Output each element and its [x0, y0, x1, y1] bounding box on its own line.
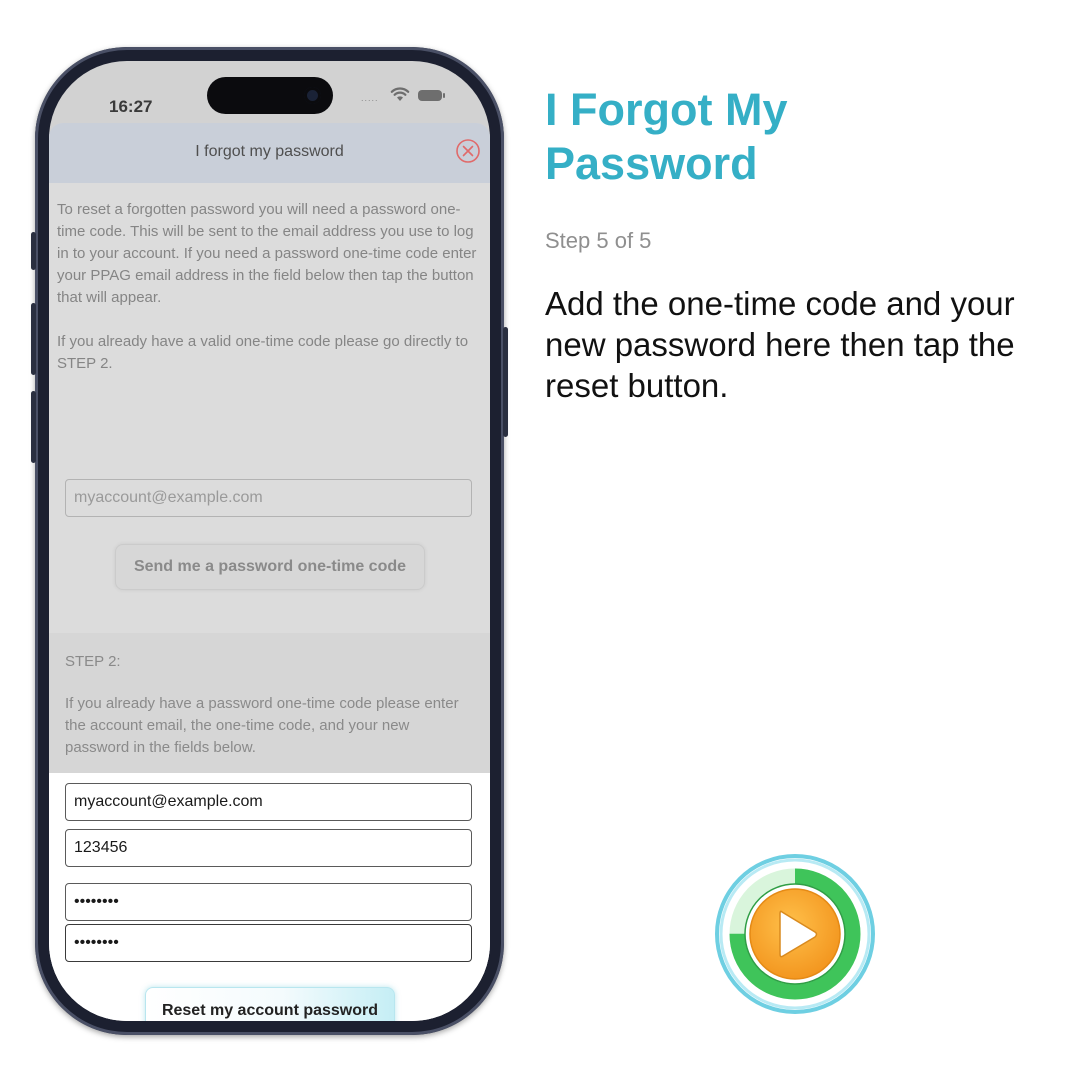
side-button-volume-down: [31, 391, 36, 463]
confirm-password-input[interactable]: [65, 924, 472, 962]
intro-paragraph-1: To reset a forgotten password you will n…: [57, 201, 477, 306]
dynamic-island: [207, 77, 333, 114]
step-indicator: Step 5 of 5: [545, 228, 652, 253]
send-code-button[interactable]: Send me a password one-time code: [115, 544, 425, 590]
side-button-power: [503, 327, 508, 437]
side-button-volume-up: [31, 303, 36, 375]
sheet-title: I forgot my password: [195, 143, 344, 160]
step1-email-input[interactable]: [65, 479, 472, 517]
front-camera-icon: [304, 87, 321, 104]
phone-frame: 16:27 ..... I forgot my password To rese…: [31, 47, 508, 1035]
side-button-silent: [31, 232, 36, 270]
tutorial-instruction: Add the one-time code and your new passw…: [545, 285, 1015, 404]
phone-screen: 16:27 ..... I forgot my password To rese…: [49, 61, 490, 1021]
step2-email-input[interactable]: [65, 783, 472, 821]
new-password-input[interactable]: [65, 883, 472, 921]
status-bar: 16:27 .....: [49, 61, 490, 131]
intro-text: To reset a forgotten password you will n…: [57, 199, 479, 397]
battery-icon: [418, 90, 445, 101]
tutorial-heading: I Forgot My Password: [545, 84, 788, 189]
play-button[interactable]: [714, 853, 876, 1015]
one-time-code-input[interactable]: [65, 829, 472, 867]
step2-instructions: If you already have a password one-time …: [65, 695, 459, 756]
wifi-icon: [390, 87, 410, 101]
step2-label: STEP 2:: [65, 653, 121, 670]
signal-icon: .....: [361, 93, 379, 103]
status-time: 16:27: [109, 97, 153, 116]
sheet-header: I forgot my password: [49, 123, 490, 183]
intro-paragraph-2: If you already have a valid one-time cod…: [57, 333, 469, 372]
reset-password-button[interactable]: Reset my account password: [145, 987, 395, 1021]
forgot-password-sheet: I forgot my password To reset a forgotte…: [49, 123, 490, 1021]
step2-section: STEP 2: If you already have a password o…: [49, 633, 490, 773]
close-icon[interactable]: [456, 139, 480, 163]
